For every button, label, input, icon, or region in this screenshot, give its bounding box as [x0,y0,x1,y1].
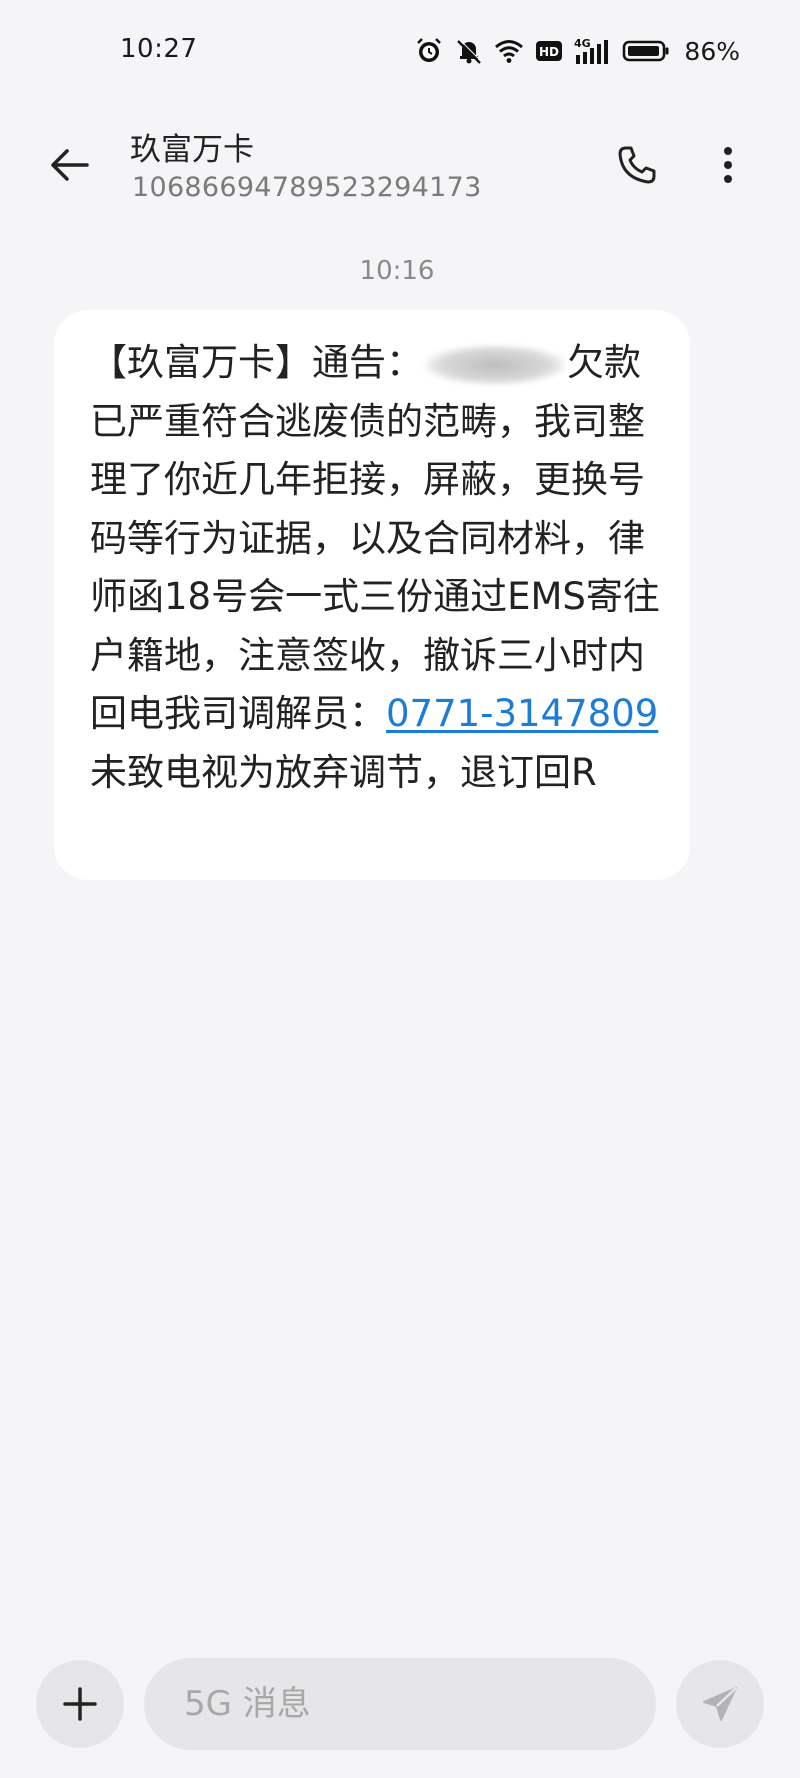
status-time: 10:27 [120,34,198,64]
call-button[interactable] [612,140,662,190]
hd-icon: HD [534,36,564,66]
cellular-signal-icon: 4G [574,36,612,66]
more-vertical-icon [724,147,732,183]
compose-bar [0,1620,800,1778]
plus-icon [63,1687,97,1721]
conversation-header: 玖富万卡 106866947895232941​73 [0,110,800,220]
message-bubble[interactable]: 【玖富万卡】通告： 欠款已严重符合逃废债的范畴，我司整理了你近几年拒接，屏蔽，更换… [54,310,690,880]
more-options-button[interactable] [706,140,750,190]
add-attachment-button[interactable] [36,1660,124,1748]
message-body: 欠款已严重符合逃废债的范畴，我司整理了你近几年拒接，屏蔽，更换号码等行为证据，以… [90,341,660,735]
send-button[interactable] [676,1660,764,1748]
message-input[interactable] [144,1658,656,1750]
status-bar: 10:27 HD 4G 86% [0,0,800,100]
message-prefix: 【玖富万卡】通告： [90,341,423,384]
phone-icon [618,146,656,184]
status-icons: HD 4G 86% [414,34,740,68]
phone-number-link[interactable]: 0771-3147809 [386,692,658,735]
redacted-region [425,344,565,385]
send-icon [703,1687,737,1721]
network-label: 4G [574,37,591,50]
back-arrow-icon [51,149,89,181]
contact-number: 106866947895232941​73 [132,172,482,203]
message-suffix: 未致电视为放弃调节，退订回R [90,750,597,794]
message-timestamp: 10:16 [359,256,435,286]
hd-label: HD [539,45,559,59]
battery-percent: 86% [684,36,740,66]
back-button[interactable] [44,140,94,190]
wifi-icon [494,36,524,66]
battery-icon [622,36,670,66]
sms-conversation-screen: 10:27 HD 4G 86% 玖 [0,0,800,1778]
contact-name: 玖富万卡 [130,132,254,168]
message-text: 【玖富万卡】通告： 欠款已严重符合逃废债的范畴，我司整理了你近几年拒接，屏蔽，更换… [90,334,660,802]
mute-icon [454,36,484,66]
alarm-icon [414,36,444,66]
